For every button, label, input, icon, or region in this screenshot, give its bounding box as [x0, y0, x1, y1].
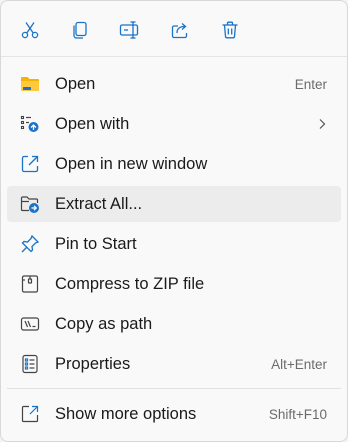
- folder-icon: [20, 74, 40, 94]
- delete-icon: [220, 20, 240, 40]
- menu-item-shortcut: Alt+Enter: [271, 356, 327, 372]
- menu-item-open-with[interactable]: Open with: [7, 106, 341, 142]
- new-window-icon: [20, 154, 40, 174]
- menu-divider: [7, 388, 341, 389]
- menu-item-label: Compress to ZIP file: [55, 274, 205, 293]
- menu-item-properties[interactable]: Properties Alt+Enter: [7, 346, 341, 382]
- menu-item-label: Copy as path: [55, 314, 153, 333]
- menu-item-compress-to-zip[interactable]: Compress to ZIP file: [7, 266, 341, 302]
- extract-folder-icon: [20, 194, 40, 214]
- chevron-right-icon: [315, 117, 329, 131]
- menu-item-label: Pin to Start: [55, 234, 137, 253]
- toolbar-divider: [1, 56, 347, 57]
- pin-icon: [20, 234, 40, 254]
- quick-actions-toolbar: [1, 9, 347, 51]
- cut-icon: [20, 20, 40, 40]
- share-icon: [170, 20, 190, 40]
- rename-icon: [119, 20, 141, 40]
- menu-item-label: Show more options: [55, 404, 197, 423]
- cut-button[interactable]: [13, 13, 47, 47]
- share-button[interactable]: [163, 13, 197, 47]
- rename-button[interactable]: [113, 13, 147, 47]
- menu-item-extract-all[interactable]: Extract All...: [7, 186, 341, 222]
- copy-path-icon: [20, 314, 40, 334]
- menu-item-label: Open in new window: [55, 154, 208, 173]
- show-more-icon: [20, 404, 40, 424]
- menu-item-open-in-new-window[interactable]: Open in new window: [7, 146, 341, 182]
- menu-item-open[interactable]: Open Enter: [7, 66, 341, 102]
- menu-item-copy-as-path[interactable]: Copy as path: [7, 306, 341, 342]
- menu-item-shortcut: Enter: [294, 76, 327, 92]
- properties-icon: [20, 354, 40, 374]
- zip-icon: [20, 274, 40, 294]
- menu-item-show-more-options[interactable]: Show more options Shift+F10: [7, 396, 341, 432]
- delete-button[interactable]: [213, 13, 247, 47]
- menu-item-pin-to-start[interactable]: Pin to Start: [7, 226, 341, 262]
- context-menu: Open Enter Open with Open in new window …: [0, 0, 348, 442]
- menu-item-label: Properties: [55, 354, 131, 373]
- menu-item-label: Open with: [55, 114, 130, 133]
- copy-button[interactable]: [63, 13, 97, 47]
- menu-item-label: Extract All...: [55, 194, 143, 213]
- copy-icon: [70, 20, 90, 40]
- menu-item-shortcut: Shift+F10: [268, 406, 327, 422]
- menu-item-label: Open: [55, 74, 96, 93]
- open-with-icon: [20, 114, 40, 134]
